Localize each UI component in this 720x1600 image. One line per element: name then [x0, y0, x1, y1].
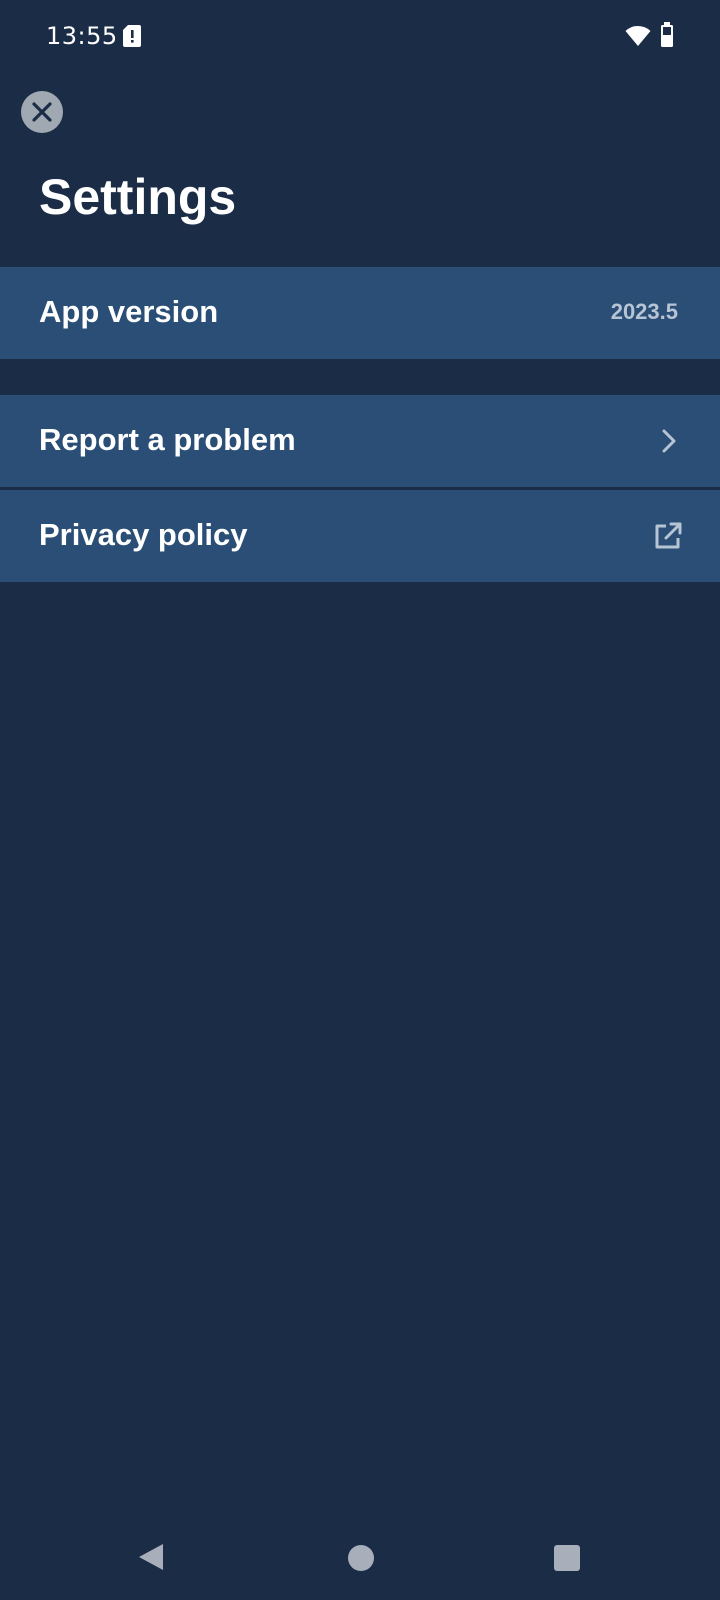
page-title: Settings	[39, 169, 237, 225]
report-problem-label: Report a problem	[39, 422, 296, 457]
external-link-icon	[655, 522, 682, 549]
home-icon[interactable]	[348, 1545, 374, 1571]
close-icon	[32, 102, 52, 122]
close-button[interactable]	[21, 91, 63, 133]
battery-icon	[661, 22, 673, 47]
status-time: 13:55	[46, 22, 118, 50]
chevron-right-icon	[662, 429, 676, 453]
app-version-value: 2023.5	[610, 299, 678, 324]
app-version-row: App version 2023.5	[0, 267, 720, 359]
wifi-icon	[625, 25, 651, 46]
report-problem-row[interactable]: Report a problem	[0, 395, 720, 487]
app-version-label: App version	[39, 294, 219, 329]
recents-icon[interactable]	[554, 1545, 580, 1571]
back-icon[interactable]	[137, 1542, 165, 1572]
privacy-policy-row[interactable]: Privacy policy	[0, 490, 720, 582]
sim-alert-icon	[123, 25, 141, 47]
status-bar: 13:55	[0, 0, 720, 72]
privacy-policy-label: Privacy policy	[39, 517, 248, 552]
